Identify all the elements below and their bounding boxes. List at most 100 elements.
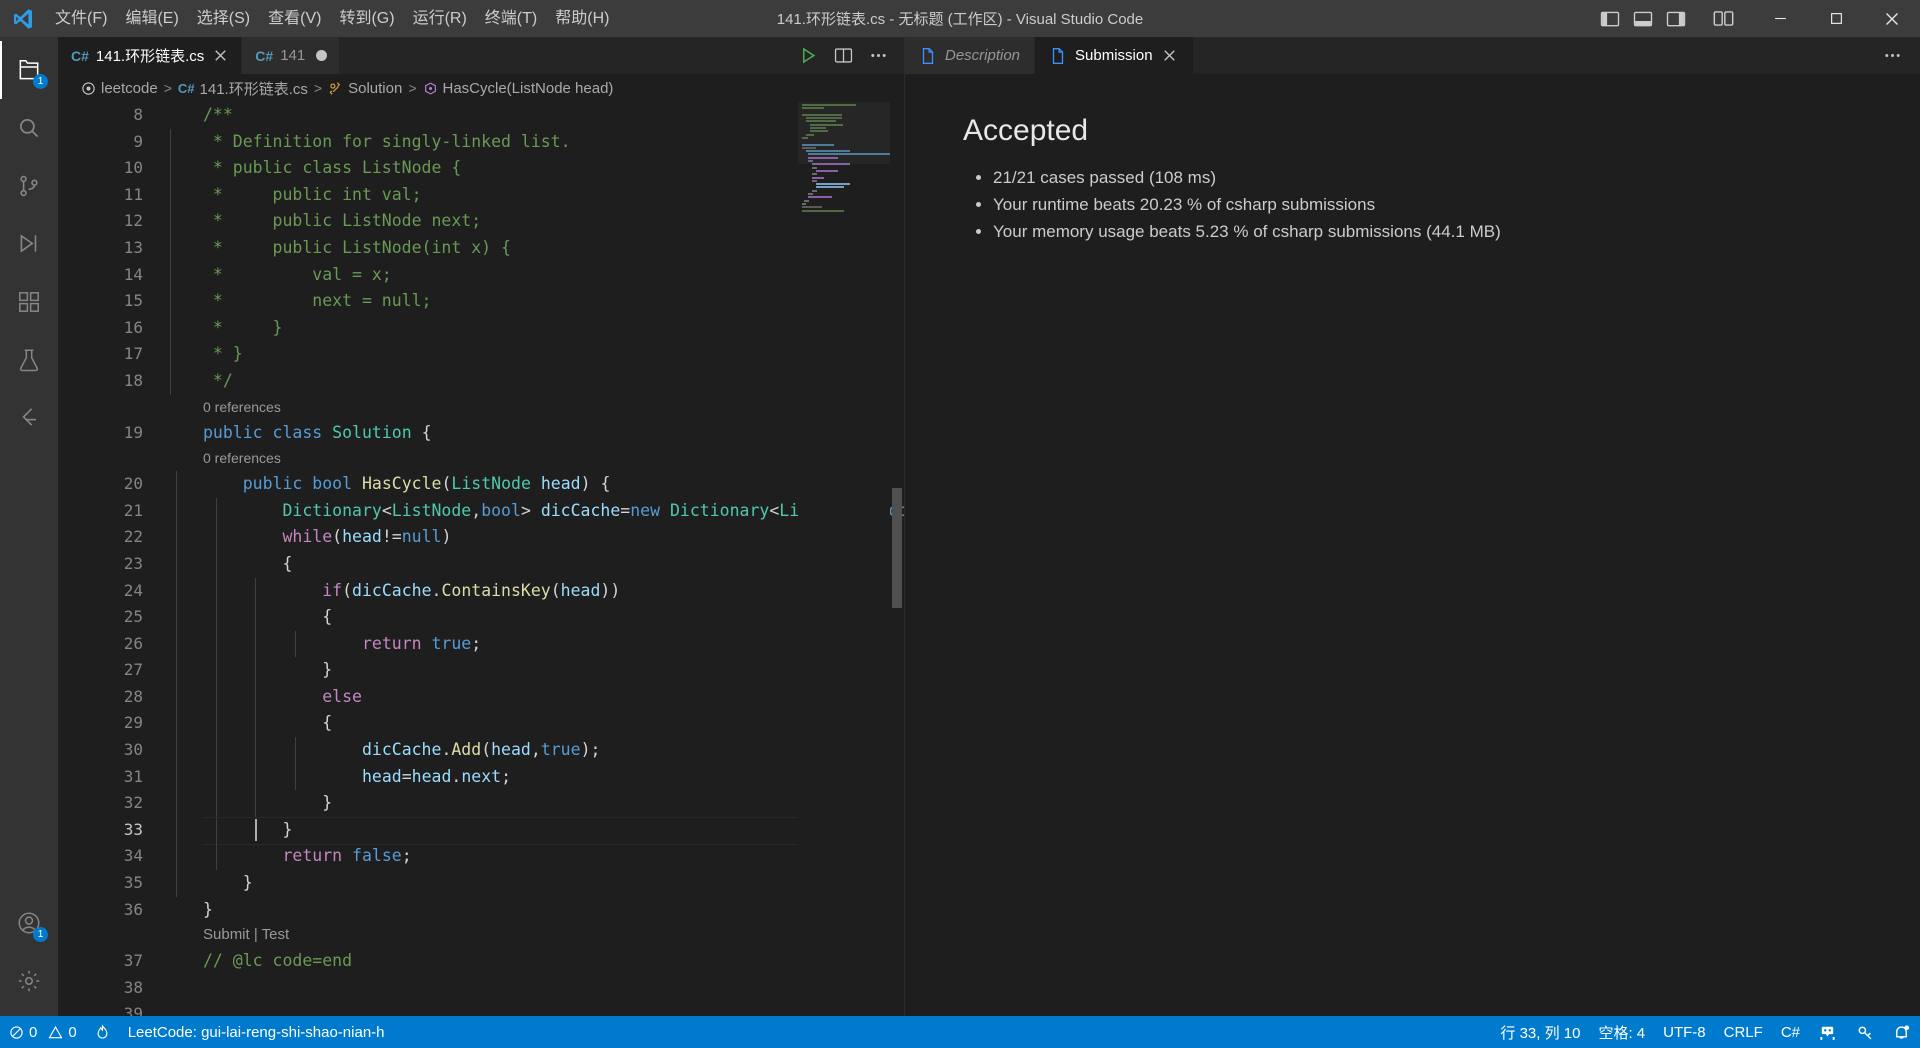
code-line[interactable]: 20 public bool HasCycle(ListNode head) { bbox=[58, 471, 904, 498]
activity-run-debug[interactable] bbox=[0, 215, 58, 273]
line-content[interactable]: /** bbox=[176, 102, 904, 129]
activity-explorer[interactable]: 1 bbox=[0, 41, 58, 99]
line-content[interactable]: // @lc code=end bbox=[176, 948, 904, 975]
code-line[interactable]: 19 public class Solution { bbox=[58, 420, 904, 447]
activity-source-control[interactable] bbox=[0, 157, 58, 215]
status-eol[interactable]: CRLF bbox=[1715, 1016, 1772, 1048]
tab-submission[interactable]: Submission bbox=[1035, 37, 1194, 74]
toggle-secondary-sidebar-icon[interactable] bbox=[1666, 9, 1686, 29]
breadcrumb-item-file[interactable]: C# 141.环形链表.cs bbox=[178, 78, 308, 99]
status-problems[interactable]: 0 0 bbox=[0, 1016, 86, 1048]
close-icon[interactable] bbox=[211, 47, 229, 65]
code-line[interactable]: 13 * public ListNode(int x) { bbox=[58, 234, 904, 262]
editor-tab-active[interactable]: C# 141.环形链表.cs bbox=[58, 37, 243, 74]
code-lines[interactable]: 8 /** 9 * Definition for singly-linked lis… bbox=[58, 102, 904, 1016]
code-line[interactable]: 26 return true; bbox=[58, 630, 904, 658]
code-line[interactable]: 10 * public class ListNode { bbox=[58, 155, 904, 182]
code-line[interactable]: 36} bbox=[58, 897, 904, 924]
activity-extensions[interactable] bbox=[0, 273, 58, 331]
codelens-submit-test[interactable]: Submit | Test bbox=[58, 923, 904, 948]
tab-description[interactable]: Description bbox=[905, 37, 1036, 74]
status-cursor-position[interactable]: 行 33, 列 10 bbox=[1491, 1016, 1589, 1048]
codelens-references[interactable]: 0 references bbox=[58, 446, 904, 471]
code-line[interactable]: 8 /** bbox=[58, 102, 904, 129]
code-line[interactable]: 37 // @lc code=end bbox=[58, 948, 904, 975]
dirty-indicator-icon[interactable] bbox=[316, 50, 328, 61]
menu-run[interactable]: 运行(R) bbox=[404, 0, 476, 37]
codelens-references[interactable]: 0 references bbox=[58, 395, 904, 420]
line-content[interactable]: head=head.next; bbox=[176, 763, 904, 791]
code-line[interactable]: 35 } bbox=[58, 870, 904, 897]
line-content[interactable]: } bbox=[176, 816, 904, 844]
code-line[interactable]: 25 { bbox=[58, 604, 904, 631]
line-content[interactable]: * } bbox=[170, 314, 904, 342]
line-content[interactable]: * Definition for singly-linked list. bbox=[170, 128, 904, 156]
minimap-slider[interactable] bbox=[798, 102, 890, 164]
code-line[interactable]: 34 return false; bbox=[58, 843, 904, 871]
activity-search[interactable] bbox=[0, 99, 58, 157]
line-content[interactable]: while(head!=null) bbox=[176, 524, 904, 551]
panel-more-actions[interactable] bbox=[1865, 37, 1920, 74]
submit-test-label[interactable]: Submit | Test bbox=[176, 922, 289, 949]
activity-settings[interactable] bbox=[0, 952, 58, 1010]
code-line[interactable]: 28 else bbox=[58, 683, 904, 711]
line-content[interactable]: * next = null; bbox=[170, 288, 904, 315]
line-content[interactable]: * } bbox=[170, 341, 904, 368]
status-notifications-icon[interactable] bbox=[1883, 1016, 1920, 1048]
close-icon[interactable] bbox=[1161, 47, 1179, 65]
line-content[interactable]: * val = x; bbox=[170, 261, 904, 289]
menu-help[interactable]: 帮助(H) bbox=[546, 0, 618, 37]
status-leetcode-user[interactable]: LeetCode: gui-lai-reng-shi-shao-nian-h bbox=[119, 1016, 394, 1048]
status-remote-radio-icon[interactable] bbox=[1846, 1016, 1883, 1048]
code-line[interactable]: 38 bbox=[58, 975, 904, 1002]
menu-file[interactable]: 文件(F) bbox=[46, 0, 116, 37]
code-line[interactable]: 15 * next = null; bbox=[58, 288, 904, 315]
code-line[interactable]: 21 Dictionary<ListNode,bool> dicCache=ne… bbox=[58, 497, 904, 525]
status-indentation[interactable]: 空格: 4 bbox=[1589, 1016, 1654, 1048]
code-line[interactable]: 33 } bbox=[58, 816, 904, 846]
editor-scrollbar-vertical[interactable] bbox=[890, 102, 904, 1016]
breadcrumb-item-class[interactable]: Solution bbox=[328, 80, 402, 97]
close-window-button[interactable] bbox=[1864, 0, 1920, 37]
line-content[interactable]: * public ListNode next; bbox=[170, 208, 904, 235]
line-content[interactable]: } bbox=[176, 790, 904, 817]
line-content[interactable]: public bool HasCycle(ListNode head) { bbox=[176, 471, 904, 498]
minimize-button[interactable] bbox=[1752, 0, 1808, 37]
code-line[interactable]: 32 } bbox=[58, 790, 904, 817]
status-language-mode[interactable]: C# bbox=[1772, 1016, 1809, 1048]
code-line[interactable]: 11 * public int val; bbox=[58, 181, 904, 209]
menu-terminal[interactable]: 终端(T) bbox=[476, 0, 546, 37]
code-line[interactable]: 12 * public ListNode next; bbox=[58, 208, 904, 235]
code-line[interactable]: 39 bbox=[58, 1001, 904, 1016]
code-editor[interactable]: 8 /** 9 * Definition for singly-linked lis… bbox=[58, 102, 904, 1016]
code-line[interactable]: 18 */ bbox=[58, 367, 904, 395]
run-code-icon[interactable] bbox=[799, 46, 818, 65]
code-line[interactable]: 14 * val = x; bbox=[58, 261, 904, 289]
code-line[interactable]: 29 { bbox=[58, 710, 904, 738]
code-line[interactable]: 17 * } bbox=[58, 341, 904, 368]
activity-leetcode[interactable] bbox=[0, 389, 58, 447]
maximize-button[interactable] bbox=[1808, 0, 1864, 37]
line-content[interactable]: return true; bbox=[176, 630, 904, 658]
code-line[interactable]: 16 * } bbox=[58, 314, 904, 342]
toggle-primary-sidebar-icon[interactable] bbox=[1600, 9, 1620, 29]
line-content[interactable]: if(dicCache.ContainsKey(head)) bbox=[176, 577, 904, 605]
code-line[interactable]: 27 } bbox=[58, 657, 904, 684]
code-line[interactable]: 30 dicCache.Add(head,true); bbox=[58, 737, 904, 764]
menu-go[interactable]: 转到(G) bbox=[330, 0, 403, 37]
line-content[interactable]: { bbox=[176, 710, 904, 738]
code-line[interactable]: 23 { bbox=[58, 550, 904, 578]
menu-view[interactable]: 查看(V) bbox=[259, 0, 330, 37]
minimap[interactable] bbox=[798, 102, 890, 1016]
line-content[interactable]: * public class ListNode { bbox=[170, 155, 904, 182]
code-line[interactable]: 9 * Definition for singly-linked list. bbox=[58, 128, 904, 156]
scrollbar-thumb[interactable] bbox=[892, 488, 902, 608]
line-content[interactable]: */ bbox=[170, 367, 904, 395]
menu-selection[interactable]: 选择(S) bbox=[188, 0, 259, 37]
activity-testing[interactable] bbox=[0, 331, 58, 389]
more-actions-icon[interactable] bbox=[869, 46, 888, 65]
breadcrumb-item-method[interactable]: HasCycle(ListNode head) bbox=[423, 80, 613, 97]
code-line[interactable]: 24 if(dicCache.ContainsKey(head)) bbox=[58, 577, 904, 605]
status-intellicode-icon[interactable] bbox=[1809, 1016, 1846, 1048]
line-content[interactable]: } bbox=[176, 657, 904, 684]
